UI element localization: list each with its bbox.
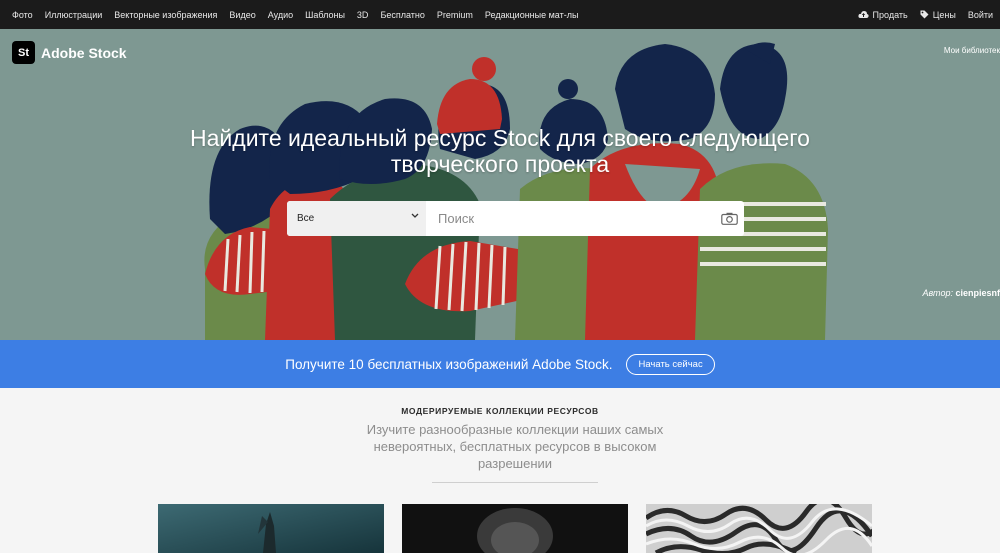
top-nav: Фото Иллюстрации Векторные изображения В… — [0, 0, 1000, 29]
adobe-stock-logo[interactable]: St Adobe Stock — [12, 41, 127, 64]
collection-thumbnail — [158, 504, 384, 553]
sell-link[interactable]: Продать — [857, 9, 908, 20]
collection-card-3[interactable] — [646, 504, 872, 553]
my-libraries-link[interactable]: Мои библиотек — [944, 46, 1000, 55]
pricing-link[interactable]: Цены — [920, 10, 956, 20]
cloud-upload-icon — [857, 11, 869, 18]
collection-thumbnail — [646, 504, 872, 553]
collections-kicker: МОДЕРИРУЕМЫЕ КОЛЛЕКЦИИ РЕСУРСОВ — [401, 406, 599, 416]
nav-premium[interactable]: Premium — [437, 10, 473, 20]
headline-line-1: Найдите идеальный ресурс Stock для своег… — [190, 125, 810, 151]
author-label: Автор: — [922, 288, 953, 298]
nav-editorial[interactable]: Редакционные мат-лы — [485, 10, 579, 20]
author-name[interactable]: cienpiesnf — [955, 288, 1000, 298]
nav-photos[interactable]: Фото — [12, 10, 33, 20]
category-select[interactable]: Все — [287, 201, 426, 236]
nav-video[interactable]: Видео — [229, 10, 255, 20]
collections-description: Изучите разнообразные коллекции наших са… — [366, 422, 664, 471]
hero-illustration — [204, 42, 828, 340]
signin-link[interactable]: Войти — [968, 10, 993, 20]
category-value: Все — [297, 213, 315, 224]
collection-thumbnail — [402, 504, 628, 553]
divider — [432, 482, 598, 483]
search-bar: Все — [287, 201, 744, 236]
camera-icon[interactable] — [714, 212, 744, 225]
sell-label: Продать — [872, 9, 908, 20]
nav-templates[interactable]: Шаблоны — [305, 10, 345, 20]
search-input[interactable] — [426, 201, 714, 236]
collection-card-2[interactable] — [402, 504, 628, 553]
nav-3d[interactable]: 3D — [357, 10, 369, 20]
hero-banner: St Adobe Stock Мои библиотек Найдите иде… — [0, 29, 1000, 340]
logo-name: Adobe Stock — [41, 44, 127, 61]
promo-banner: Получите 10 бесплатных изображений Adobe… — [0, 340, 1000, 388]
nav-audio[interactable]: Аудио — [268, 10, 293, 20]
curated-collections: МОДЕРИРУЕМЫЕ КОЛЛЕКЦИИ РЕСУРСОВ Изучите … — [0, 388, 1000, 553]
chevron-down-icon — [411, 213, 419, 218]
nav-right: Продать Цены Войти — [846, 0, 993, 29]
nav-illustrations[interactable]: Иллюстрации — [45, 10, 103, 20]
headline-line-2: творческого проекта — [390, 151, 610, 177]
price-tag-icon — [920, 10, 929, 19]
logo-badge: St — [12, 41, 35, 64]
start-now-button[interactable]: Начать сейчас — [626, 353, 715, 375]
nav-vectors[interactable]: Векторные изображения — [114, 10, 217, 20]
pricing-label: Цены — [932, 9, 956, 20]
collection-card-1[interactable] — [158, 504, 384, 553]
hero-headline: Найдите идеальный ресурс Stock для своег… — [0, 125, 1000, 177]
promo-text: Получите 10 бесплатных изображений Adobe… — [285, 356, 613, 372]
author-credit: Автор: cienpiesnf — [922, 288, 1000, 298]
nav-free[interactable]: Бесплатно — [380, 10, 424, 20]
